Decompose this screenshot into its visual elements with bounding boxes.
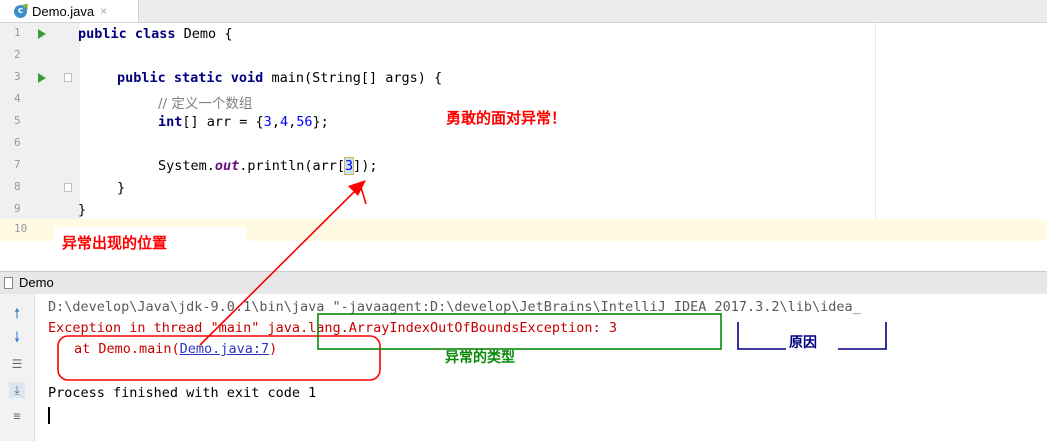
annotation-tick-mark bbox=[359, 183, 367, 205]
annotation-arrow-line bbox=[199, 185, 361, 346]
annotation-reason-bracket-right bbox=[838, 322, 887, 350]
annotation-stacktrace-box bbox=[57, 335, 381, 381]
annotation-reason-bracket-left bbox=[737, 322, 786, 350]
annotation-overlay bbox=[57, 180, 887, 381]
annotation-type-box bbox=[317, 313, 722, 350]
